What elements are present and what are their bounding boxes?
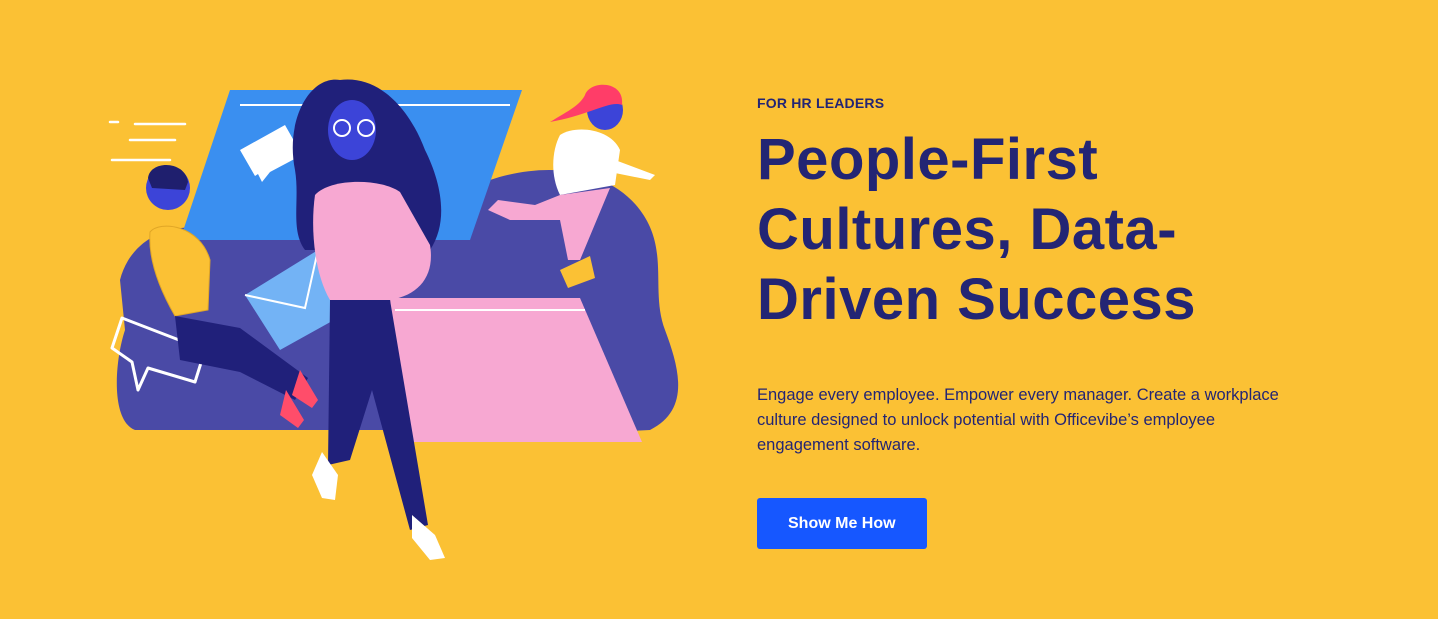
hero-headline-line-3: Driven Success <box>757 267 1197 332</box>
hero-headline-line-1: People-First <box>757 127 1099 192</box>
hero-illustration <box>108 79 679 560</box>
hero-headline-line-2: Cultures, Data- <box>757 197 1178 262</box>
hero-section: FOR HR LEADERS People-First Cultures, Da… <box>0 0 1438 619</box>
hero-body-copy: Engage every employee. Empower every man… <box>757 386 1279 454</box>
hero-content: FOR HR LEADERS People-First Cultures, Da… <box>757 95 1317 549</box>
show-me-how-button[interactable]: Show Me How <box>757 498 927 549</box>
hero-headline: People-First Cultures, Data- Driven Succ… <box>757 125 1317 335</box>
hero-eyebrow: FOR HR LEADERS <box>757 95 885 111</box>
